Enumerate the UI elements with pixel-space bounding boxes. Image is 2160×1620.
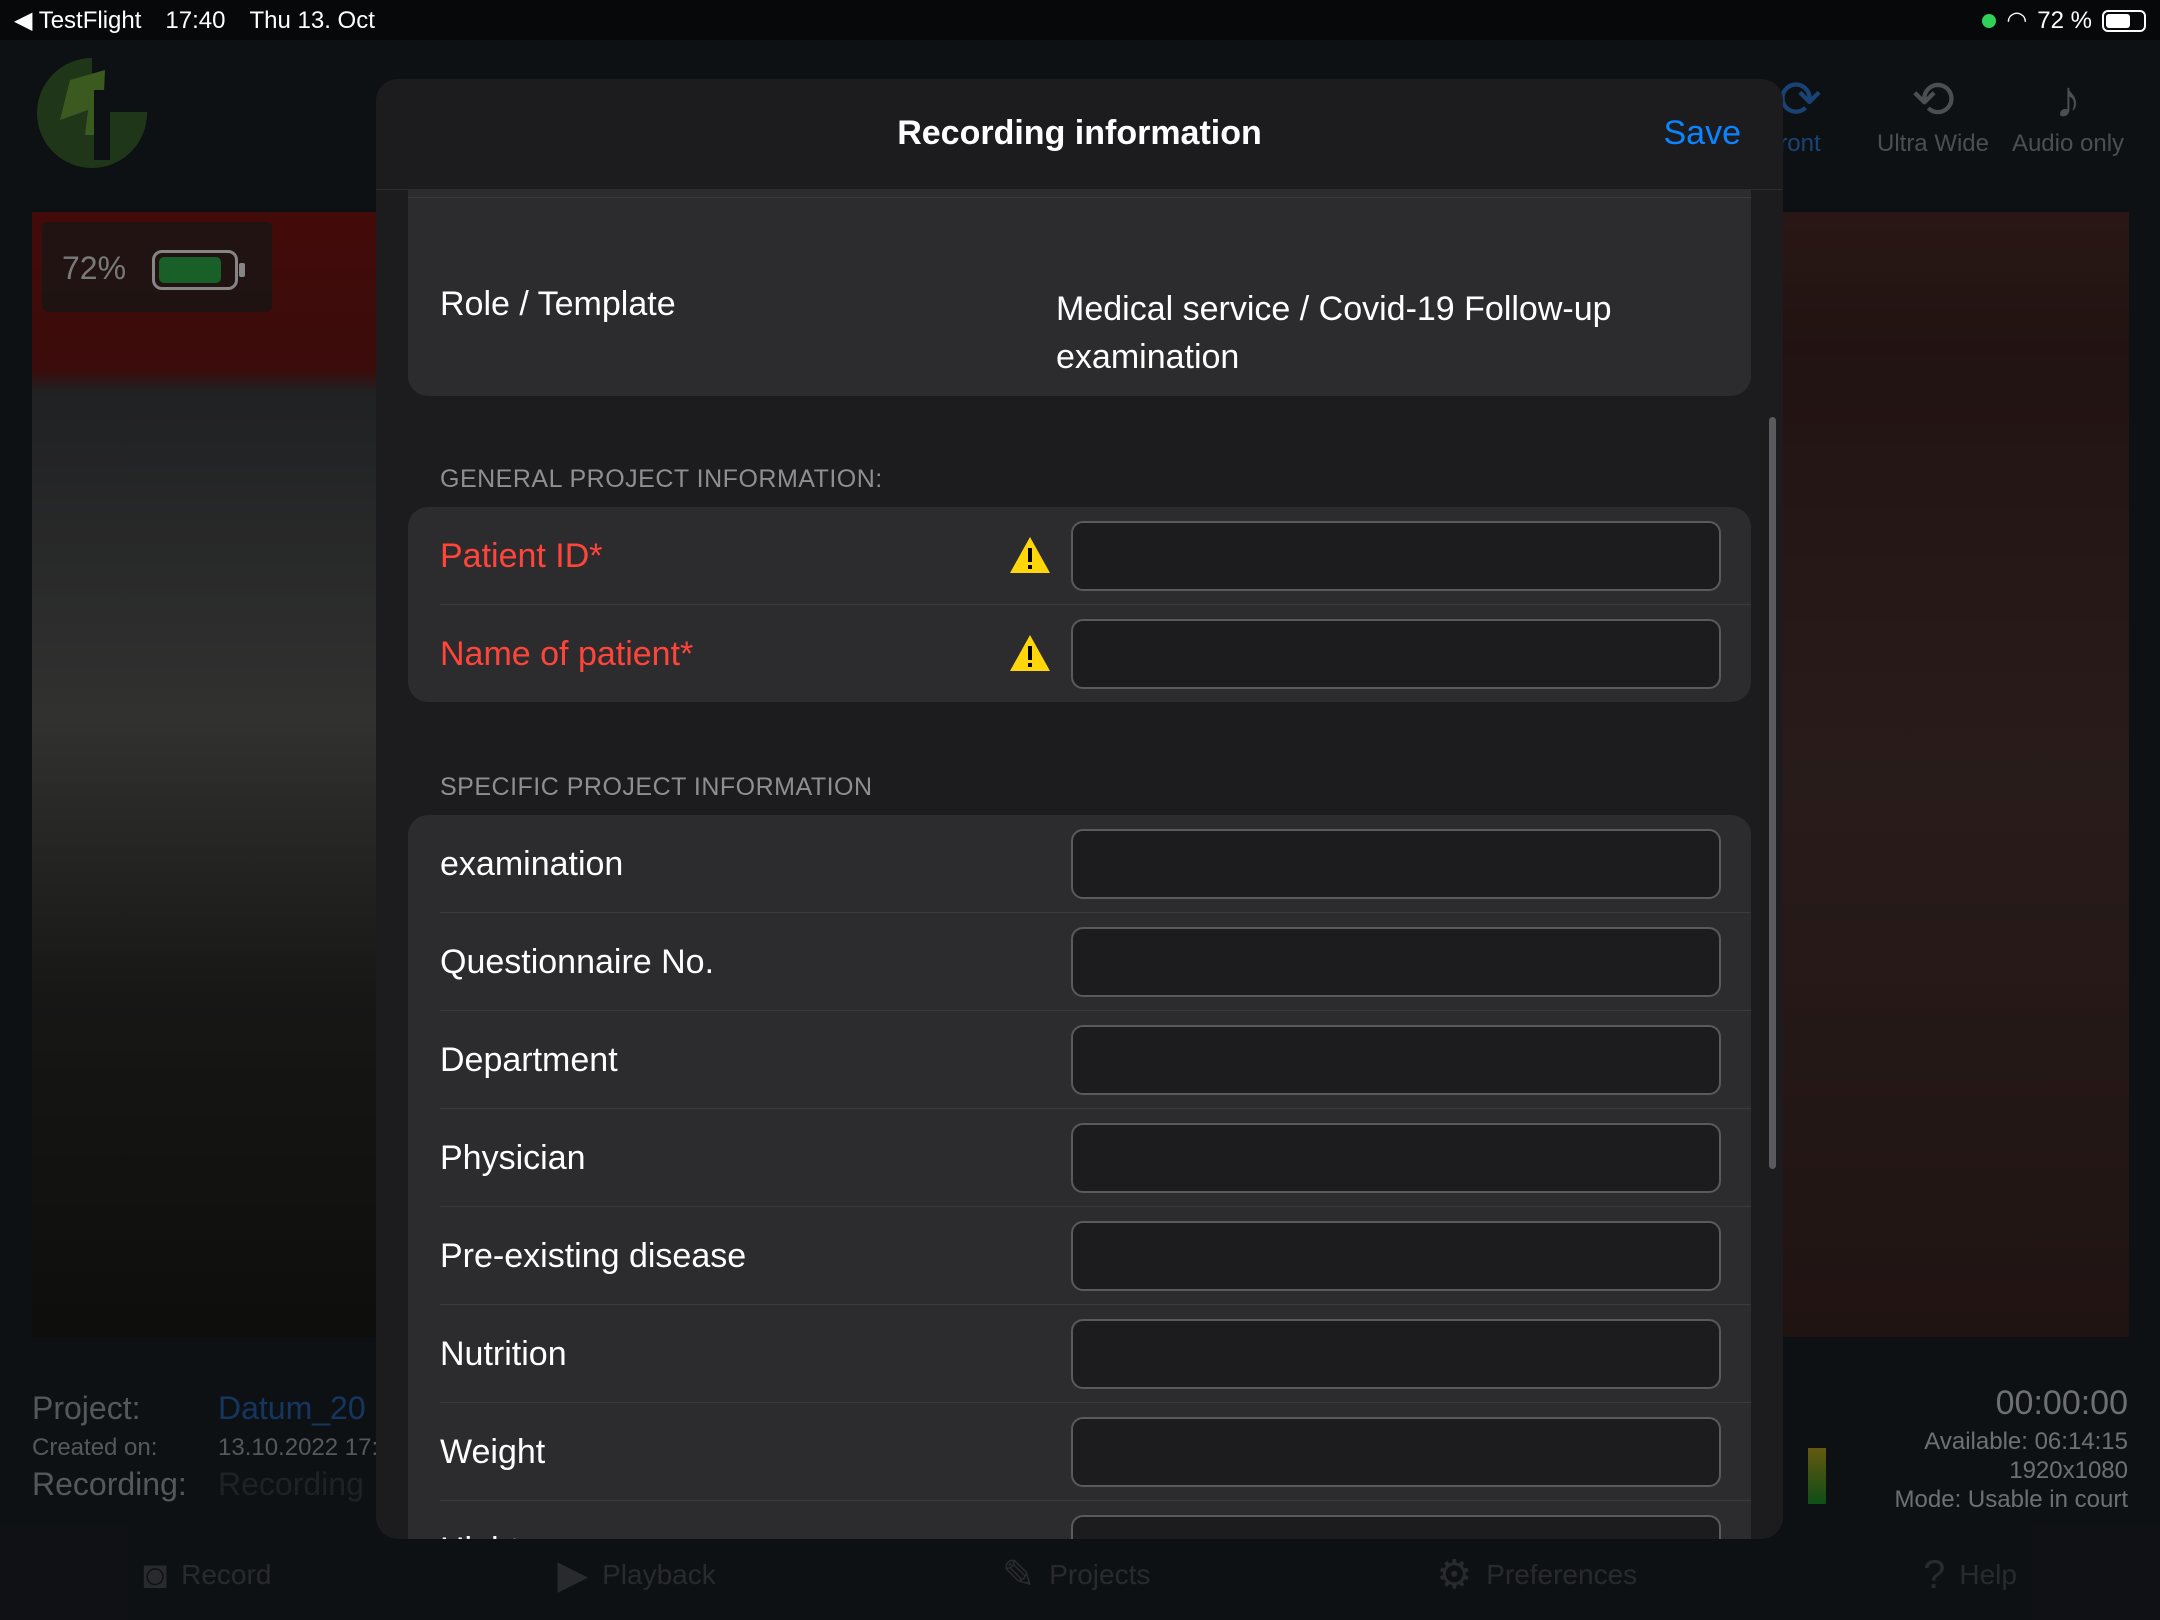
questionnaire-label: Questionnaire No. [440,943,715,981]
wifi-icon: ◠ [2006,7,2028,34]
camera-in-use-indicator [1982,13,1997,28]
examination-input[interactable] [1071,829,1721,899]
hight-input[interactable] [1071,1515,1721,1539]
role-template-value: Medical service / Covid-19 Follow-up exa… [1056,285,1612,381]
warning-icon [1010,537,1050,573]
department-label: Department [440,1041,618,1079]
patient-id-row: Patient ID* [408,507,1751,605]
modal-title: Recording information [897,114,1262,152]
patient-name-label: Name of patient* [440,635,694,673]
save-button[interactable]: Save [1664,114,1742,153]
role-template-group: Role / Template Medical service / Covid-… [408,189,1751,396]
patient-name-row: Name of patient* [408,605,1751,702]
modal-scrollbar[interactable] [1769,417,1776,1169]
questionnaire-input[interactable] [1071,927,1721,997]
modal-header: Recording information Save [376,79,1783,190]
hight-row: Hight [408,1501,1751,1539]
weight-row: Weight [408,1403,1751,1501]
patient-id-label: Patient ID* [440,537,603,575]
pre-existing-disease-label: Pre-existing disease [440,1237,747,1275]
nutrition-input[interactable] [1071,1319,1721,1389]
pre-existing-disease-row: Pre-existing disease [408,1207,1751,1305]
nutrition-row: Nutrition [408,1305,1751,1403]
physician-input[interactable] [1071,1123,1721,1193]
status-battery-percent: 72 % [2037,6,2092,34]
patient-id-input[interactable] [1071,521,1721,591]
weight-label: Weight [440,1433,546,1471]
department-row: Department [408,1011,1751,1109]
department-input[interactable] [1071,1025,1721,1095]
examination-label: examination [440,845,624,883]
examination-row: examination [408,815,1751,913]
patient-name-input[interactable] [1071,619,1721,689]
status-date: Thu 13. Oct [249,6,375,34]
back-app-label: TestFlight [38,7,142,34]
hight-label: Hight [440,1501,519,1539]
general-info-group: Patient ID* Name of patient* [408,507,1751,702]
specific-section-title: SPECIFIC PROJECT INFORMATION [440,773,873,801]
physician-label: Physician [440,1139,586,1177]
role-template-label: Role / Template [440,285,676,323]
weight-input[interactable] [1071,1417,1721,1487]
back-to-app-link[interactable]: ◀ TestFlight [14,6,141,35]
status-time: 17:40 [165,6,226,34]
recording-information-modal: Recording information Save Role / Templa… [376,79,1783,1539]
role-template-value-line1: Medical service / Covid-19 Follow-up [1056,290,1612,328]
warning-icon [1010,635,1050,671]
back-arrow-icon: ◀ [14,7,33,34]
modal-scroll-content[interactable]: Role / Template Medical service / Covid-… [376,189,1783,1539]
pre-existing-disease-input[interactable] [1071,1221,1721,1291]
nutrition-label: Nutrition [440,1335,567,1373]
specific-info-group: examination Questionnaire No. Department… [408,815,1751,1539]
questionnaire-row: Questionnaire No. [408,913,1751,1011]
battery-icon [2102,9,2146,32]
role-template-value-line2: examination [1056,338,1240,376]
status-bar: ◀ TestFlight 17:40 Thu 13. Oct ◠ 72 % [0,0,2160,40]
general-section-title: GENERAL PROJECT INFORMATION: [440,465,883,493]
physician-row: Physician [408,1109,1751,1207]
